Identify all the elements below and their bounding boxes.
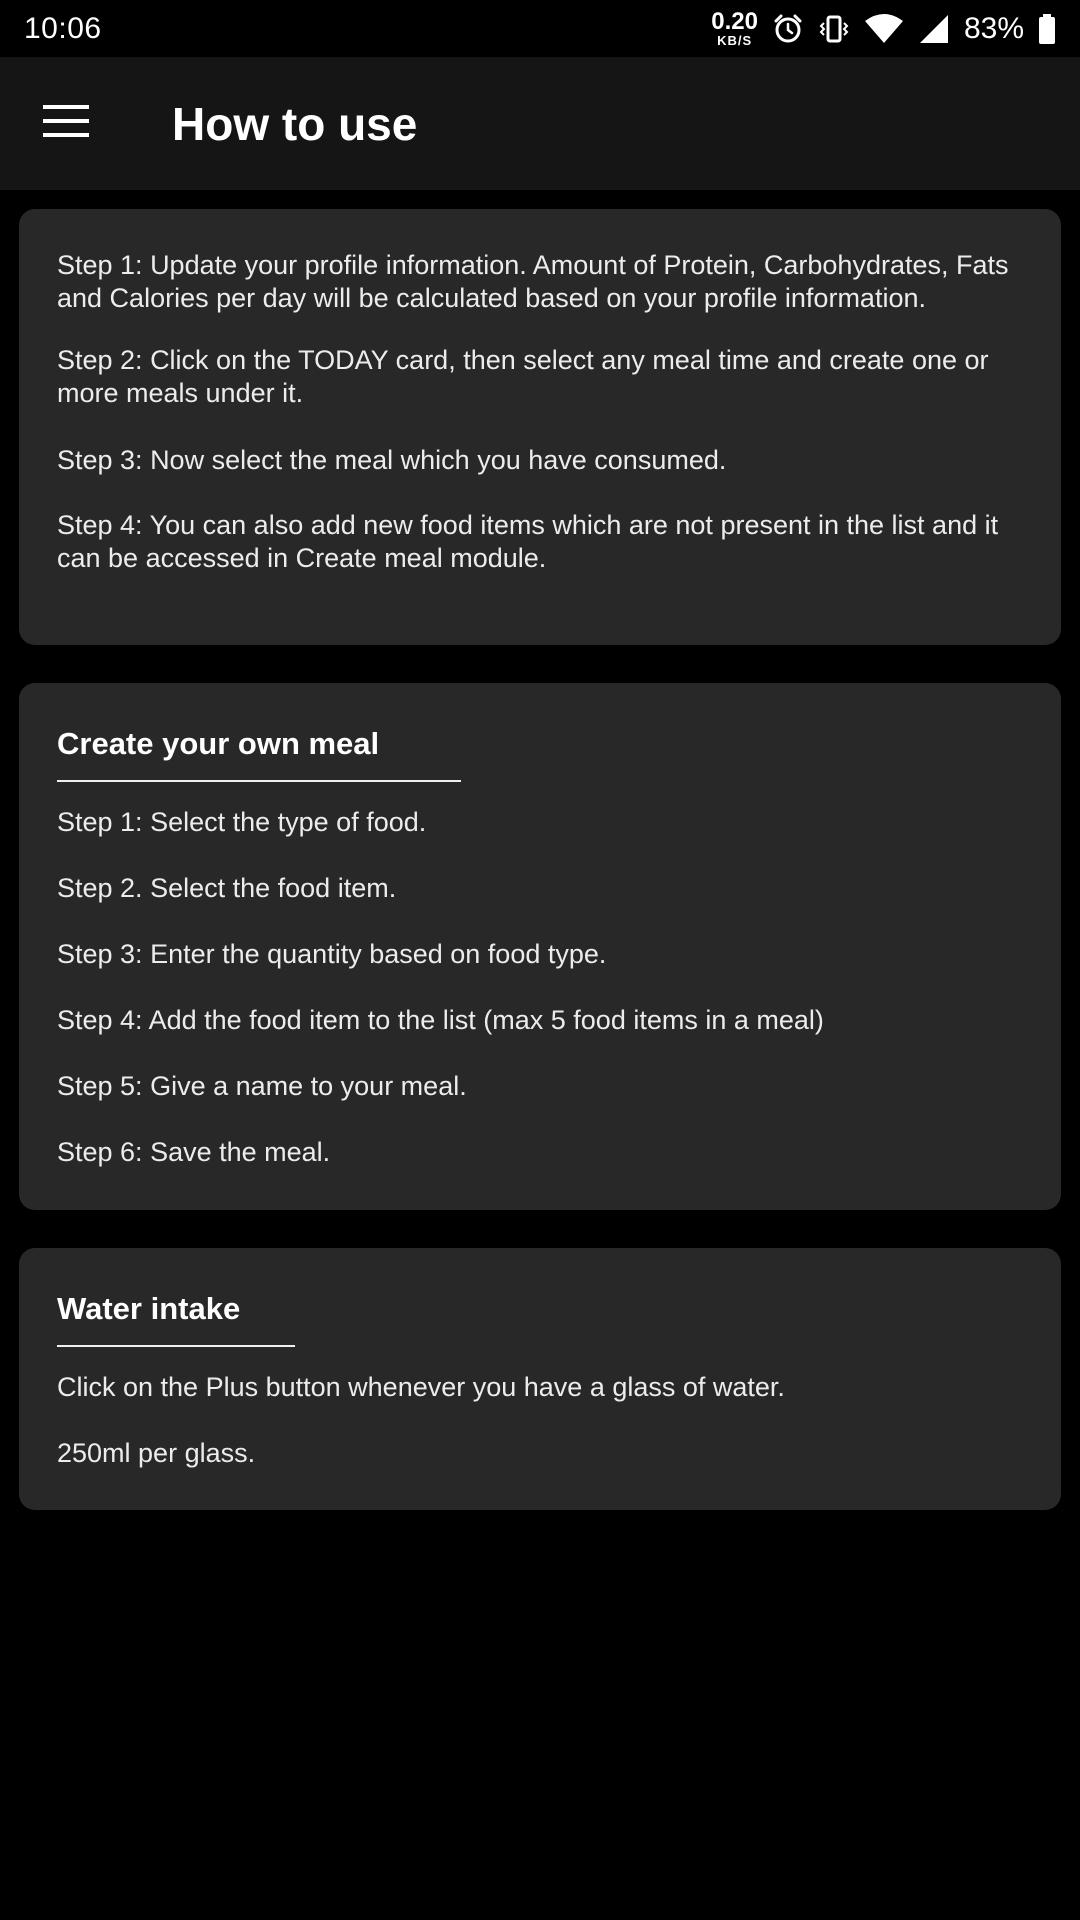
page-title: How to use	[172, 97, 418, 150]
water-intake-title: Water intake	[57, 1291, 241, 1326]
create-meal-title: Create your own meal	[57, 726, 380, 761]
battery-percent: 83%	[963, 11, 1024, 45]
wifi-icon	[864, 13, 904, 45]
create-meal-card: Create your own meal Step 1: Select the …	[19, 683, 1061, 1210]
vibrate-icon	[818, 13, 850, 45]
water-intake-line: Click on the Plus button whenever you ha…	[57, 1372, 785, 1403]
intro-step: Step 4: You can also add new food items …	[57, 510, 999, 573]
network-speed-value: 0.20	[711, 8, 758, 35]
signal-icon	[918, 13, 950, 45]
status-bar: 10:06 0.20 KB/S 83%	[0, 0, 1080, 57]
network-speed-unit: KB/S	[717, 33, 753, 48]
water-intake-card: Water intake Click on the Plus button wh…	[19, 1248, 1061, 1510]
create-meal-step: Step 1: Select the type of food.	[57, 807, 427, 838]
app-bar: How to use	[0, 57, 1080, 190]
title-divider	[57, 780, 461, 783]
intro-steps-card: Step 1: Update your profile information.…	[19, 209, 1061, 645]
network-speed: 0.20 KB/S	[711, 8, 758, 48]
water-intake-lines: Click on the Plus button whenever you ha…	[57, 1371, 1023, 1470]
alarm-icon	[772, 13, 804, 45]
intro-step: Step 2: Click on the TODAY card, then se…	[57, 345, 989, 408]
status-time: 10:06	[24, 11, 102, 45]
status-icons: 0.20 KB/S 83%	[711, 10, 1056, 47]
intro-step: Step 1: Update your profile information.…	[57, 250, 1009, 313]
hamburger-menu-icon	[43, 104, 89, 143]
create-meal-step: Step 6: Save the meal.	[57, 1137, 331, 1168]
intro-step: Step 3: Now select the meal which you ha…	[57, 445, 727, 475]
create-meal-steps: Step 1: Select the type of food. Step 2.…	[57, 806, 1023, 1169]
create-meal-step: Step 5: Give a name to your meal.	[57, 1071, 467, 1102]
water-intake-line: 250ml per glass.	[57, 1438, 256, 1469]
battery-icon	[1038, 13, 1056, 45]
menu-button[interactable]	[0, 57, 132, 190]
create-meal-step: Step 2. Select the food item.	[57, 873, 397, 904]
create-meal-step: Step 3: Enter the quantity based on food…	[57, 939, 607, 970]
create-meal-step: Step 4: Add the food item to the list (m…	[57, 1005, 824, 1036]
title-divider	[57, 1345, 295, 1348]
